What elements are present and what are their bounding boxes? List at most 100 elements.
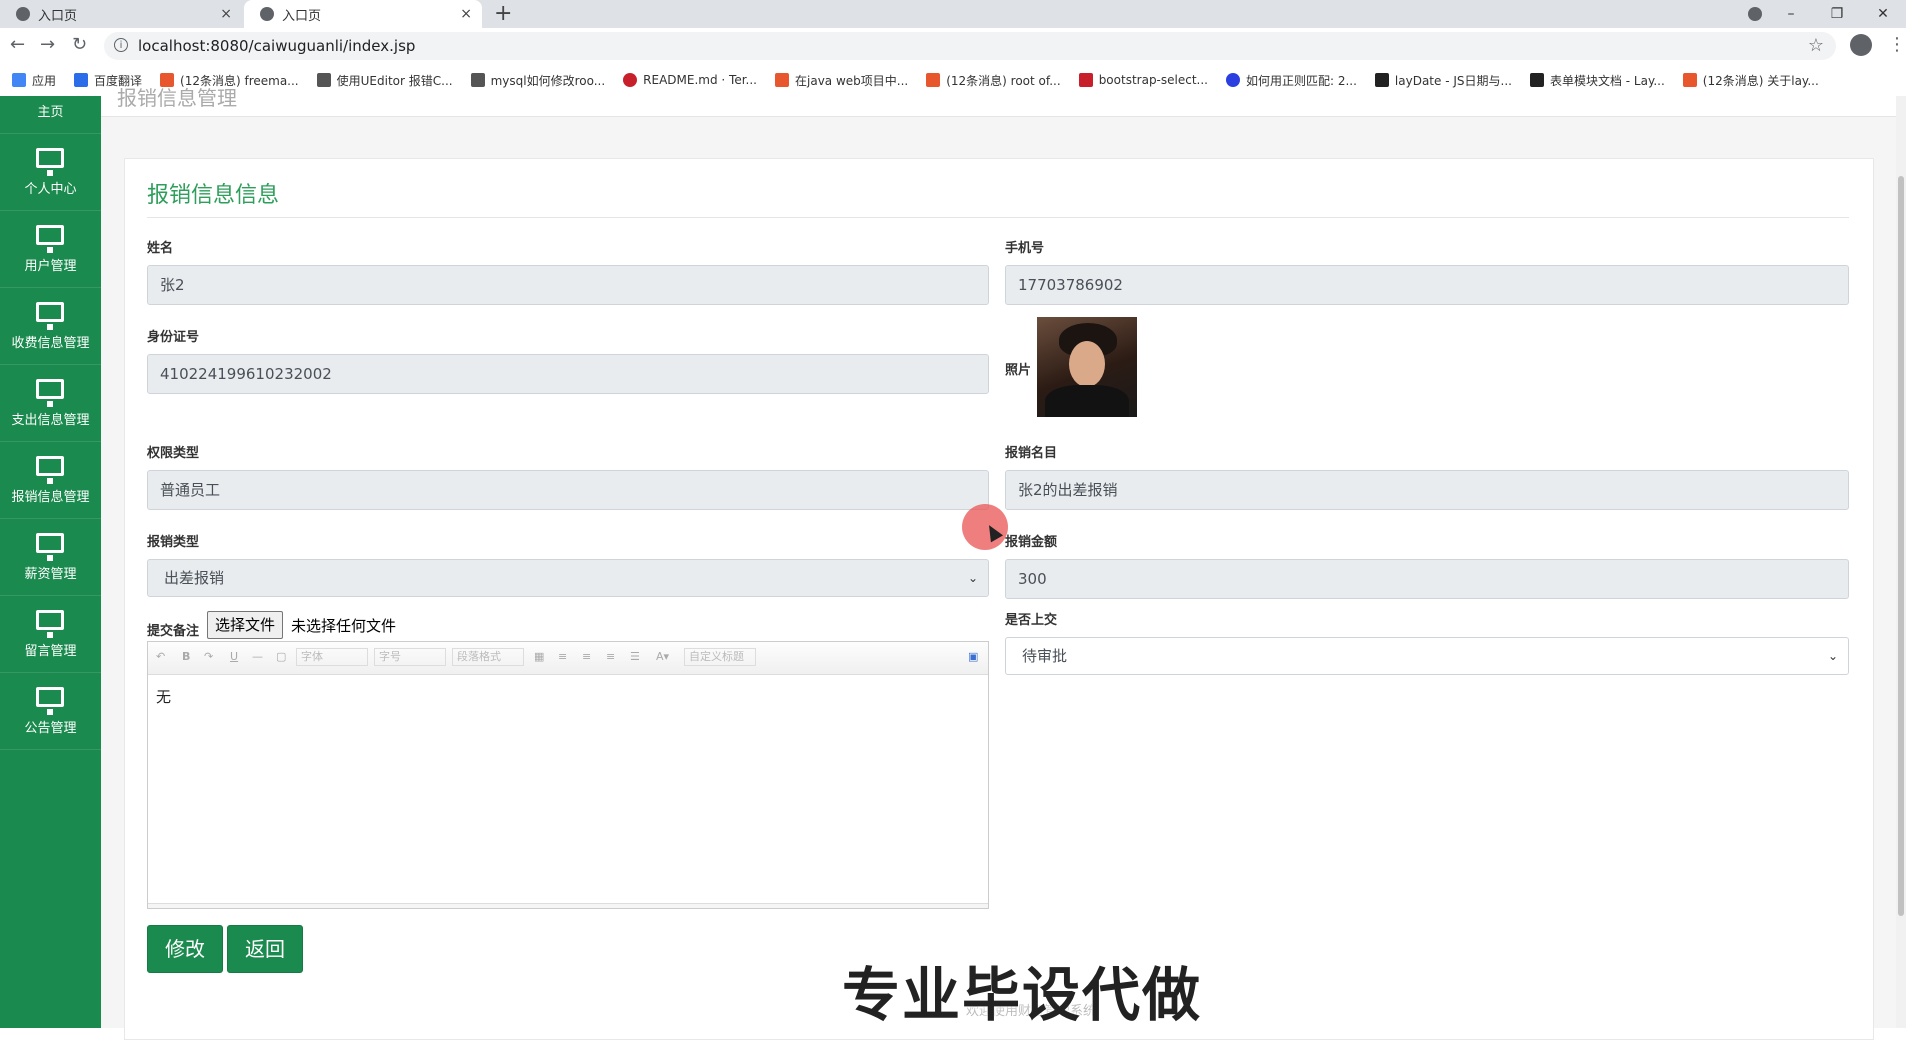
back-button[interactable]: 返回 bbox=[227, 925, 303, 973]
select-value: 待审批 bbox=[1022, 647, 1068, 665]
bookmark-apps[interactable]: 应用 bbox=[12, 72, 56, 89]
bookmark-item[interactable]: 如何用正则匹配: 2... bbox=[1225, 72, 1357, 89]
menu-dots-icon[interactable]: ⋮ bbox=[1888, 34, 1906, 55]
sidebar-item-label: 用户管理 bbox=[24, 259, 77, 274]
sidebar-item-label: 薪资管理 bbox=[24, 567, 77, 582]
bookmark-item[interactable]: layDate - JS日期与... bbox=[1374, 72, 1512, 89]
undo-icon[interactable]: ↶ bbox=[156, 650, 165, 663]
id-number-input[interactable]: 410224199610232002 bbox=[147, 354, 989, 394]
account-icon[interactable] bbox=[1850, 34, 1872, 56]
watermark-text: 专业毕设代做 bbox=[842, 961, 1203, 1029]
reload-icon[interactable]: ↻ bbox=[72, 34, 87, 55]
reimbursement-type-select[interactable]: 出差报销 ⌄ bbox=[147, 559, 989, 597]
monitor-icon bbox=[36, 302, 64, 330]
bookmark-item[interactable]: bootstrap-select... bbox=[1078, 73, 1208, 87]
bookmark-item[interactable]: (12条消息) 关于lay... bbox=[1682, 72, 1819, 89]
note-label: 提交备注 bbox=[147, 624, 200, 639]
bookmark-star-icon[interactable]: ☆ bbox=[1808, 35, 1824, 56]
sidebar-item-users[interactable]: 用户管理 bbox=[0, 211, 101, 288]
address-bar[interactable]: i localhost:8080/caiwuguanli/index.jsp ☆ bbox=[104, 32, 1836, 60]
align-left-icon[interactable]: ≡ bbox=[558, 650, 567, 663]
sidebar-item-income[interactable]: 收费信息管理 bbox=[0, 288, 101, 365]
bookmark-item[interactable]: 使用UEditor 报错C... bbox=[316, 72, 453, 89]
amount-label: 报销金额 bbox=[1005, 535, 1058, 550]
globe-icon bbox=[16, 7, 30, 21]
select-value: 出差报销 bbox=[164, 569, 225, 587]
sidebar-item-home[interactable]: 主页 bbox=[0, 96, 101, 134]
csdn-icon bbox=[926, 73, 941, 87]
restore-icon[interactable]: ❐ bbox=[1814, 6, 1860, 22]
forward-arrow-icon[interactable]: → bbox=[40, 34, 55, 55]
name-input[interactable]: 张2 bbox=[147, 265, 989, 305]
font-family-select[interactable]: 字体 bbox=[296, 648, 368, 666]
sidebar-item-label: 收费信息管理 bbox=[11, 336, 90, 351]
horizontal-rule-icon[interactable]: — bbox=[252, 650, 263, 663]
close-window-icon[interactable]: ✕ bbox=[1860, 6, 1906, 22]
custom-title-select[interactable]: 自定义标题 bbox=[684, 648, 756, 666]
paste-icon[interactable]: ▢ bbox=[276, 650, 286, 663]
bookmark-item[interactable]: 在java web项目中... bbox=[775, 72, 908, 89]
back-arrow-icon[interactable]: ← bbox=[10, 34, 25, 55]
tab-strip: 入口页 × 入口页 × + – ❐ ✕ bbox=[0, 0, 1906, 28]
align-right-icon[interactable]: ≡ bbox=[606, 650, 615, 663]
sidebar-item-expense[interactable]: 支出信息管理 bbox=[0, 365, 101, 442]
monitor-icon bbox=[36, 456, 64, 484]
form-title: 报销信息信息 bbox=[147, 183, 280, 208]
bookmark-item[interactable]: 表单模块文档 - Lay... bbox=[1529, 72, 1665, 89]
font-size-select[interactable]: 字号 bbox=[374, 648, 446, 666]
sidebar-item-reimbursement[interactable]: 报销信息管理 bbox=[0, 442, 101, 519]
tab-title: 入口页 bbox=[38, 8, 78, 24]
choose-file-button[interactable]: 选择文件 bbox=[207, 611, 284, 639]
browser-tab-1[interactable]: 入口页 × bbox=[0, 0, 242, 28]
monitor-icon bbox=[36, 533, 64, 561]
justify-icon[interactable]: ☰ bbox=[630, 650, 640, 663]
info-icon[interactable]: i bbox=[114, 38, 128, 52]
sidebar-item-salary[interactable]: 薪资管理 bbox=[0, 519, 101, 596]
phone-input[interactable]: 17703786902 bbox=[1005, 265, 1849, 305]
apps-grid-icon bbox=[12, 73, 26, 87]
sidebar-item-notices[interactable]: 公告管理 bbox=[0, 673, 101, 750]
monitor-icon bbox=[36, 610, 64, 638]
underline-icon[interactable]: U bbox=[230, 650, 238, 663]
site-icon bbox=[316, 73, 331, 87]
monitor-icon bbox=[36, 379, 64, 407]
window-controls: – ❐ ✕ bbox=[1768, 0, 1906, 28]
close-icon[interactable]: × bbox=[460, 6, 472, 22]
paragraph-select[interactable]: 段落格式 bbox=[452, 648, 524, 666]
globe-icon bbox=[260, 7, 274, 21]
page-crumb: 报销信息管理 bbox=[117, 86, 237, 110]
browser-tab-2[interactable]: 入口页 × bbox=[244, 0, 482, 28]
fullscreen-icon[interactable]: ▣ bbox=[968, 650, 978, 663]
editor-content[interactable]: 无 bbox=[156, 686, 171, 707]
amount-input[interactable]: 300 bbox=[1005, 559, 1849, 599]
table-icon[interactable]: ▦ bbox=[534, 650, 544, 663]
reimbursement-item-input[interactable]: 张2的出差报销 bbox=[1005, 470, 1849, 510]
editor-toolbar: ↶ B ↷ U — ▢ 字体 字号 段落格式 ▦ ≡ ≡ ≡ ☰ A▾ 自定义标… bbox=[148, 642, 988, 675]
align-center-icon[interactable]: ≡ bbox=[582, 650, 591, 663]
bold-icon[interactable]: B bbox=[182, 650, 190, 663]
font-color-icon[interactable]: A▾ bbox=[656, 650, 669, 663]
file-status-text: 未选择任何文件 bbox=[291, 617, 397, 635]
site-icon bbox=[1078, 73, 1093, 87]
new-tab-button[interactable]: + bbox=[494, 1, 512, 26]
sidebar-item-profile[interactable]: 个人中心 bbox=[0, 134, 101, 211]
rich-text-editor[interactable]: ↶ B ↷ U — ▢ 字体 字号 段落格式 ▦ ≡ ≡ ≡ ☰ A▾ 自定义标… bbox=[147, 641, 989, 909]
sidebar-item-label: 留言管理 bbox=[24, 644, 77, 659]
submitted-select[interactable]: 待审批 ⌄ bbox=[1005, 637, 1849, 675]
bookmark-item[interactable]: mysql如何修改roo... bbox=[470, 72, 605, 89]
sidebar-item-messages[interactable]: 留言管理 bbox=[0, 596, 101, 673]
edit-button[interactable]: 修改 bbox=[147, 925, 223, 973]
bookmark-item[interactable]: README.md · Ter... bbox=[623, 73, 757, 87]
gitee-icon bbox=[623, 73, 638, 87]
scrollbar-thumb[interactable] bbox=[1898, 176, 1904, 916]
close-icon[interactable]: × bbox=[220, 6, 232, 22]
id-number-label: 身份证号 bbox=[147, 330, 200, 345]
photo-label: 照片 bbox=[1005, 363, 1032, 378]
page-scrollbar[interactable] bbox=[1896, 96, 1906, 1028]
bookmark-item[interactable]: (12条消息) root of... bbox=[926, 72, 1061, 89]
divider bbox=[147, 217, 1849, 218]
profile-dropdown-icon[interactable] bbox=[1748, 7, 1762, 21]
role-input[interactable]: 普通员工 bbox=[147, 470, 989, 510]
minimize-icon[interactable]: – bbox=[1768, 6, 1814, 22]
redo-icon[interactable]: ↷ bbox=[204, 650, 213, 663]
